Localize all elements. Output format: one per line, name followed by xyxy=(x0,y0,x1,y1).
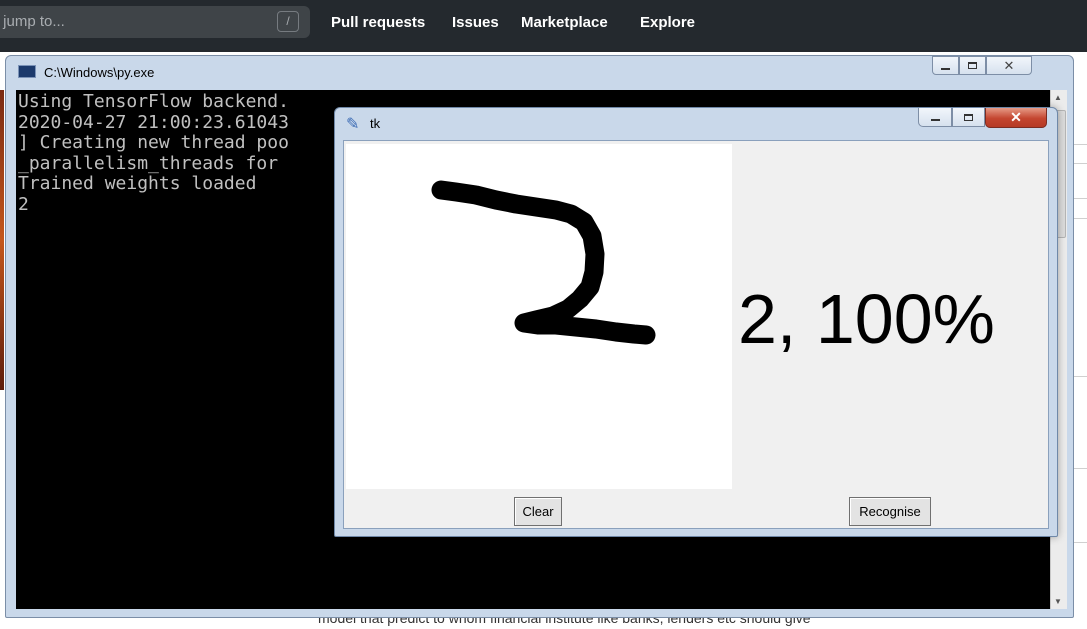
terminal-icon xyxy=(18,65,36,78)
minimize-icon xyxy=(941,67,950,70)
console-text: Using TensorFlow backend. 2020-04-27 21:… xyxy=(18,91,289,215)
minimize-button[interactable] xyxy=(932,56,959,75)
maximize-icon xyxy=(964,113,973,121)
console-title: C:\Windows\py.exe xyxy=(44,65,155,80)
tk-close-button[interactable]: ✕ xyxy=(985,108,1047,128)
console-line: Using TensorFlow backend. xyxy=(18,91,289,112)
tk-client-area: 2, 100% Clear Recognise xyxy=(343,140,1049,529)
clear-button[interactable]: Clear xyxy=(514,497,562,526)
handwritten-digit xyxy=(431,180,656,345)
console-titlebar[interactable]: C:\Windows\py.exe ✕ xyxy=(6,56,1073,89)
prediction-result: 2, 100% xyxy=(738,280,995,358)
tk-title: tk xyxy=(370,116,381,131)
console-line: 2 xyxy=(18,193,29,215)
github-header: r jump to... / Pull requests Issues Mark… xyxy=(0,0,1087,52)
feather-icon: ✎ xyxy=(346,116,360,133)
tk-window[interactable]: ✎ tk ✕ 2, 100% Clear Recognise xyxy=(334,107,1058,537)
scroll-up-icon[interactable]: ▲ xyxy=(1054,93,1062,102)
scroll-down-icon[interactable]: ▼ xyxy=(1054,597,1062,606)
close-button[interactable]: ✕ xyxy=(986,56,1032,75)
slash-shortcut-key: / xyxy=(277,11,299,32)
console-line: _parallelism_threads for xyxy=(18,152,279,174)
console-line: 2020-04-27 21:00:23.61043 xyxy=(18,111,289,133)
maximize-button[interactable] xyxy=(959,56,986,75)
background-image-strip xyxy=(0,90,4,390)
close-icon: ✕ xyxy=(1003,57,1015,73)
search-input[interactable]: r jump to... / xyxy=(0,6,310,38)
maximize-icon xyxy=(968,62,977,69)
nav-marketplace[interactable]: Marketplace xyxy=(521,14,608,31)
minimize-icon xyxy=(930,119,940,121)
nav-explore[interactable]: Explore xyxy=(640,14,695,31)
search-placeholder: r jump to... xyxy=(0,13,65,30)
drawing-canvas[interactable] xyxy=(346,144,732,489)
console-line: ] Creating new thread poo xyxy=(18,132,289,153)
close-icon: ✕ xyxy=(1010,109,1022,125)
nav-issues[interactable]: Issues xyxy=(452,14,499,31)
recognise-button[interactable]: Recognise xyxy=(849,497,931,526)
tk-maximize-button[interactable] xyxy=(952,108,985,127)
tk-minimize-button[interactable] xyxy=(918,108,952,127)
nav-pull-requests[interactable]: Pull requests xyxy=(331,14,425,31)
console-line: Trained weights loaded xyxy=(18,173,257,194)
